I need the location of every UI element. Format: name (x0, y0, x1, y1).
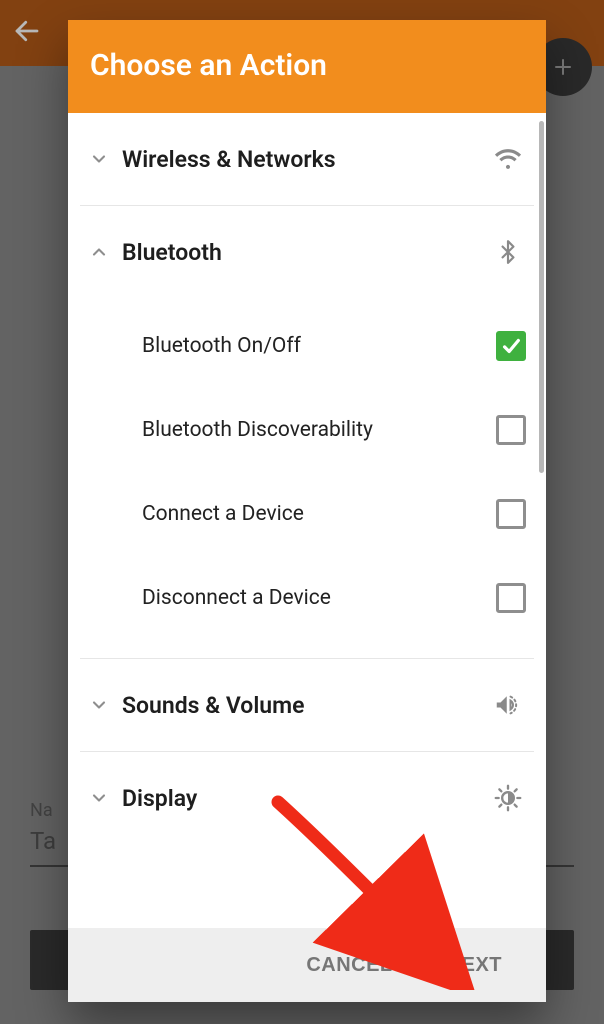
checkbox-checked[interactable] (496, 331, 526, 361)
cancel-button[interactable]: CANCEL (306, 954, 392, 977)
brightness-icon (486, 784, 530, 812)
category-wireless: Wireless & Networks (80, 113, 534, 206)
scrollbar[interactable] (539, 121, 544, 473)
dialog-header: Choose an Action (68, 20, 546, 113)
chevron-down-icon (82, 149, 116, 169)
volume-icon (486, 690, 530, 720)
category-sounds: Sounds & Volume (80, 659, 534, 752)
checkbox-unchecked[interactable] (496, 499, 526, 529)
category-label: Wireless & Networks (122, 146, 486, 173)
category-label: Bluetooth (122, 239, 486, 266)
next-button[interactable]: NEXT (447, 954, 502, 977)
category-display: Display (80, 752, 534, 844)
action-label: Bluetooth Discoverability (142, 418, 496, 442)
checkbox-unchecked[interactable] (496, 583, 526, 613)
category-label: Sounds & Volume (122, 692, 486, 719)
category-row-wireless[interactable]: Wireless & Networks (80, 113, 534, 205)
bluetooth-icon (486, 236, 530, 268)
choose-action-dialog: Choose an Action Wireless & Networks (68, 20, 546, 1002)
chevron-down-icon (82, 695, 116, 715)
wifi-icon (486, 145, 530, 173)
action-bluetooth-discoverability[interactable]: Bluetooth Discoverability (80, 388, 534, 472)
bluetooth-sublist: Bluetooth On/Off Bluetooth Discoverabili… (80, 298, 534, 658)
category-row-sounds[interactable]: Sounds & Volume (80, 659, 534, 751)
app-root: Na Ta Choose an Action Wireless & Networ… (0, 0, 604, 1024)
action-bluetooth-onoff[interactable]: Bluetooth On/Off (80, 304, 534, 388)
action-label: Bluetooth On/Off (142, 334, 496, 358)
dialog-title: Choose an Action (90, 48, 524, 83)
dialog-actions: CANCEL NEXT (68, 928, 546, 1002)
action-connect-device[interactable]: Connect a Device (80, 472, 534, 556)
category-row-bluetooth[interactable]: Bluetooth (80, 206, 534, 298)
category-bluetooth: Bluetooth Bluetooth On/Off Bluetooth Dis… (80, 206, 534, 659)
action-disconnect-device[interactable]: Disconnect a Device (80, 556, 534, 640)
action-label: Disconnect a Device (142, 586, 496, 610)
chevron-down-icon (82, 788, 116, 808)
action-label: Connect a Device (142, 502, 496, 526)
dialog-list[interactable]: Wireless & Networks Bluetooth (68, 113, 546, 928)
category-row-display[interactable]: Display (80, 752, 534, 844)
checkbox-unchecked[interactable] (496, 415, 526, 445)
chevron-up-icon (82, 242, 116, 262)
category-label: Display (122, 785, 486, 812)
